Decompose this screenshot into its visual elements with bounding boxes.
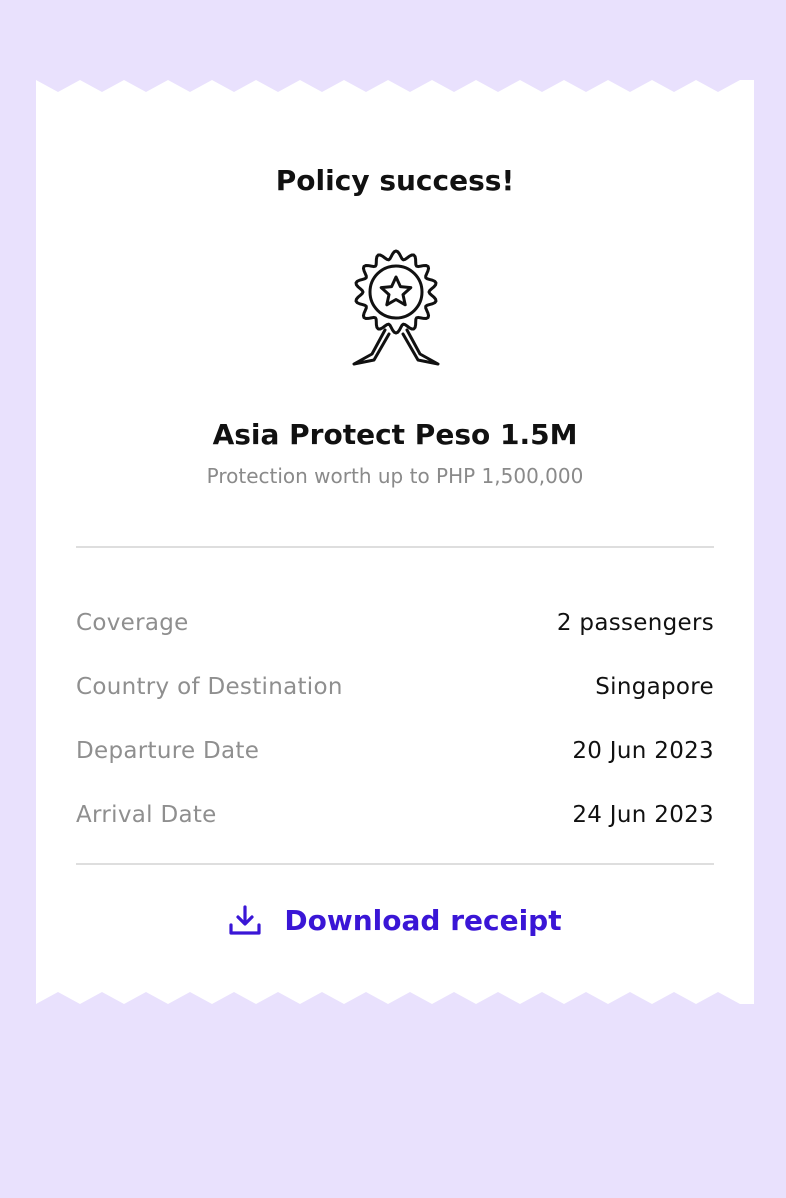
page-title: Policy success!: [275, 164, 515, 197]
plan-subtitle: Protection worth up to PHP 1,500,000: [206, 464, 584, 488]
receipt-top-edge: [36, 80, 754, 92]
detail-label: Departure Date: [76, 738, 260, 764]
detail-value: 2 passengers: [556, 610, 714, 636]
download-receipt-button[interactable]: Download receipt: [36, 892, 754, 948]
divider: [76, 863, 714, 865]
divider: [76, 546, 714, 548]
award-ribbon-star-icon: [352, 249, 440, 366]
detail-value: Singapore: [595, 674, 714, 700]
plan-name: Asia Protect Peso 1.5M: [212, 418, 578, 451]
download-icon: [229, 905, 261, 935]
download-receipt-label: Download receipt: [284, 903, 562, 937]
receipt-bottom-edge: [36, 992, 754, 1004]
policy-details: Coverage 2 passengers Country of Destina…: [76, 591, 714, 847]
detail-value: 24 Jun 2023: [572, 802, 714, 828]
detail-label: Arrival Date: [76, 802, 217, 828]
receipt-card: Policy success! Asia Protect Peso 1.5M P…: [36, 80, 754, 1004]
detail-label: Country of Destination: [76, 674, 343, 700]
detail-label: Coverage: [76, 610, 189, 636]
detail-row-arrival: Arrival Date 24 Jun 2023: [76, 783, 714, 847]
detail-row-departure: Departure Date 20 Jun 2023: [76, 719, 714, 783]
detail-value: 20 Jun 2023: [572, 738, 714, 764]
detail-row-destination: Country of Destination Singapore: [76, 655, 714, 719]
detail-row-coverage: Coverage 2 passengers: [76, 591, 714, 655]
